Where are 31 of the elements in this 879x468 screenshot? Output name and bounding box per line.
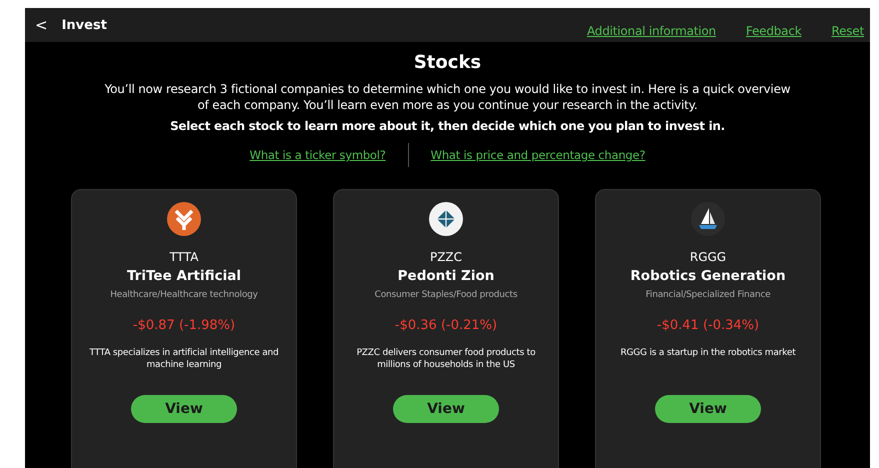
ticker-symbol: TTTA	[170, 250, 198, 264]
company-description: RGGG is a startup in the robotics market	[620, 348, 796, 358]
back-button[interactable]: <	[31, 16, 52, 34]
company-name: Robotics Generation	[630, 268, 786, 284]
chevron-logo-icon	[167, 202, 201, 236]
company-description: PZZC delivers consumer food products to millions of households in the US	[356, 348, 536, 370]
sector-label: Healthcare/Healthcare technology	[110, 290, 258, 300]
sailboat-icon	[691, 202, 725, 236]
price-change: -$0.41 (-0.34%)	[656, 318, 760, 333]
company-name: Pedonti Zion	[398, 268, 494, 284]
price-change: -$0.36 (-0.21%)	[394, 318, 498, 333]
intro-text: You’ll now research 3 fictional companies to determine which one you would like to invest in. Here is a quick overview of each company. You’ll learn even more as you continue your research in the activity.	[104, 81, 792, 113]
view-button[interactable]: View	[655, 395, 761, 423]
company-description: TTTA specializes in artificial intelligence and machine learning	[89, 348, 279, 370]
header-link[interactable]: Additional information	[587, 24, 716, 38]
view-button[interactable]: View	[393, 395, 499, 423]
help-link[interactable]: What is a ticker symbol?	[250, 148, 386, 162]
view-button[interactable]: View	[131, 395, 237, 423]
instruction-text: Select each stock to learn more about it, then decide which one you plan to invest in.	[170, 119, 725, 133]
header-link[interactable]: Feedback	[746, 24, 802, 38]
header-title: Invest	[62, 18, 107, 32]
page-title: Stocks	[414, 52, 482, 73]
ticker-symbol: PZZC	[430, 250, 462, 264]
help-link[interactable]: What is price and percentage change?	[430, 148, 646, 162]
diamond-logo-icon	[429, 202, 463, 236]
ticker-symbol: RGGG	[690, 250, 726, 264]
sector-label: Consumer Staples/Food products	[374, 290, 518, 300]
company-name: TriTee Artificial	[127, 268, 241, 284]
price-change: -$0.87 (-1.98%)	[132, 318, 236, 333]
header-link[interactable]: Reset	[831, 24, 864, 38]
sector-label: Financial/Specialized Finance	[646, 290, 770, 300]
